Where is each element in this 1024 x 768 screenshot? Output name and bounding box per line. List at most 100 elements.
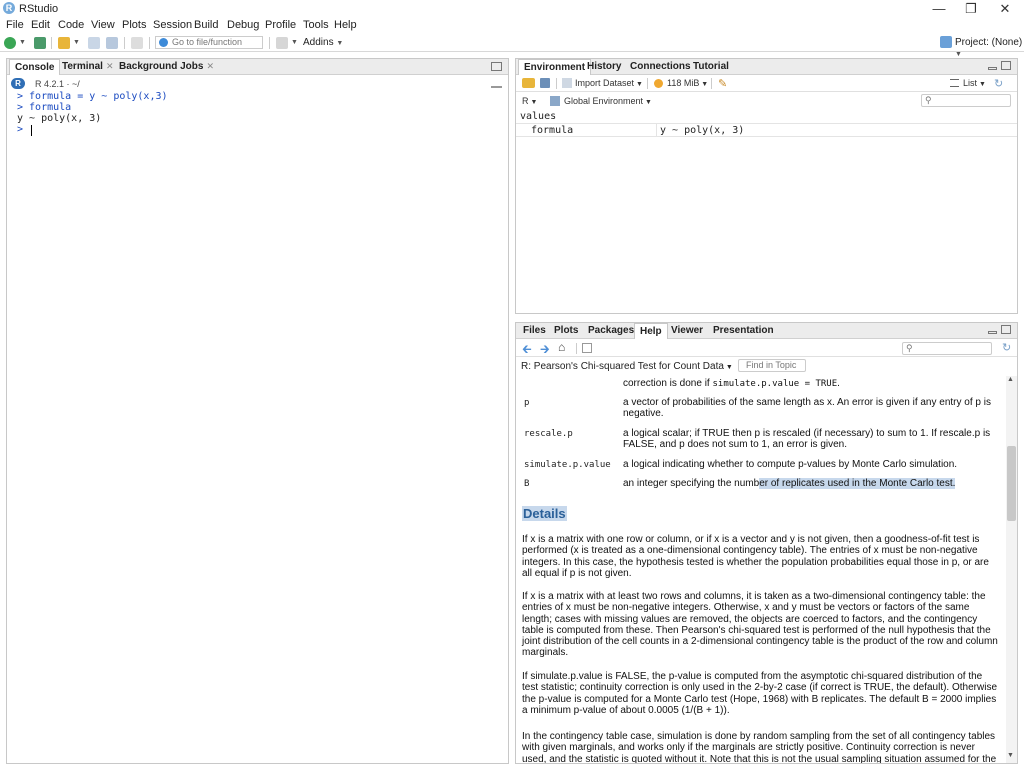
text-cursor [31, 125, 32, 136]
restore-icon[interactable]: ❐ [954, 0, 988, 18]
memory-usage-button[interactable]: 118 MiB ▼ [667, 78, 708, 88]
tab-help[interactable]: Help [634, 323, 668, 339]
chevron-down-icon[interactable]: ▼ [19, 39, 26, 46]
console-prompt[interactable]: > [17, 124, 29, 135]
tab-tutorial[interactable]: Tutorial [688, 59, 734, 75]
refresh-icon[interactable]: ↻ [994, 77, 1003, 90]
maximize-pane-icon[interactable] [1001, 61, 1011, 70]
find-in-topic-input[interactable]: Find in Topic [738, 359, 806, 372]
search-icon: ⚲ [925, 95, 932, 105]
tab-viewer[interactable]: Viewer [666, 323, 708, 339]
menu-file[interactable]: File [6, 19, 24, 31]
arg-name: B [524, 479, 530, 489]
goto-file-input[interactable]: Go to file/function [155, 36, 263, 49]
console-pane: Console Terminal ✕ Background Jobs ✕ R R 4… [6, 58, 509, 764]
console-tabstrip: Console Terminal ✕ Background Jobs ✕ [7, 59, 508, 75]
save-icon[interactable] [88, 37, 100, 49]
arg-name: p [524, 398, 530, 408]
minimize-pane-icon[interactable] [988, 331, 997, 334]
main-toolbar: ▼ ▼ Go to file/function ▼ Addins ▼ Proje… [0, 34, 1024, 58]
global-env-icon [550, 96, 560, 106]
open-folder-icon[interactable] [58, 37, 70, 49]
console-line: > formula [17, 102, 72, 113]
tab-packages[interactable]: Packages [583, 323, 639, 339]
chevron-down-icon[interactable]: ▼ [291, 39, 298, 46]
tab-console[interactable]: Console [9, 59, 61, 75]
save-workspace-icon[interactable] [540, 78, 550, 88]
close-tab-icon: ✕ [206, 61, 215, 71]
tab-environment[interactable]: Environment [518, 59, 592, 75]
menu-help[interactable]: Help [334, 19, 357, 31]
menu-profile[interactable]: Profile [265, 19, 296, 31]
help-tabstrip: Files Plots Packages Help Viewer Present… [516, 323, 1017, 339]
menu-code[interactable]: Code [58, 19, 84, 31]
help-content: correction is done if simulate.p.value =… [516, 376, 1005, 763]
print-icon[interactable] [131, 37, 143, 49]
minimize-icon[interactable]: — [922, 0, 956, 18]
tab-presentation[interactable]: Presentation [708, 323, 779, 339]
menu-edit[interactable]: Edit [31, 19, 50, 31]
topic-select[interactable]: R: Pearson's Chi-squared Test for Count … [521, 361, 733, 372]
restore-pane-icon[interactable] [491, 62, 502, 71]
open-in-window-icon[interactable] [582, 343, 592, 353]
search-icon: ⚲ [906, 343, 913, 353]
addins-menu[interactable]: Addins ▼ [303, 37, 343, 48]
broom-clear-icon[interactable]: ✎ [718, 77, 727, 90]
tab-background-jobs[interactable]: Background Jobs ✕ [114, 59, 219, 75]
view-mode-select[interactable]: List ▼ [963, 78, 986, 88]
clear-console-icon[interactable] [491, 78, 502, 88]
tab-connections[interactable]: Connections [625, 59, 696, 75]
environment-select[interactable]: Global Environment ▼ [564, 96, 652, 106]
help-topic-bar: R: Pearson's Chi-squared Test for Count … [516, 357, 1017, 375]
environment-row[interactable]: formula y ~ poly(x, 3) [516, 123, 1017, 137]
arg-name: simulate.p.value [524, 460, 611, 470]
new-file-icon[interactable] [4, 37, 16, 49]
details-heading: Details [522, 506, 567, 521]
close-icon[interactable]: ✕ [988, 0, 1022, 18]
help-paragraph: If x is a matrix with at least two rows … [522, 591, 998, 659]
maximize-pane-icon[interactable] [1001, 325, 1011, 334]
help-scrollbar[interactable]: ▲ ▼ [1006, 376, 1017, 763]
save-all-icon[interactable] [106, 37, 118, 49]
chevron-down-icon: ▼ [336, 40, 344, 47]
grid-layout-icon[interactable] [276, 37, 288, 49]
import-dataset-button[interactable]: Import Dataset ▼ [575, 78, 643, 88]
chevron-down-icon[interactable]: ▼ [73, 39, 80, 46]
toolbar-divider [269, 37, 270, 49]
new-project-icon[interactable] [34, 37, 46, 49]
scroll-up-icon[interactable]: ▲ [1007, 376, 1014, 383]
menu-tools[interactable]: Tools [303, 19, 329, 31]
tab-history[interactable]: History [582, 59, 626, 75]
tab-plots[interactable]: Plots [549, 323, 583, 339]
variable-value: y ~ poly(x, 3) [660, 125, 745, 136]
table-icon [562, 78, 572, 88]
menu-debug[interactable]: Debug [227, 19, 259, 31]
menu-view[interactable]: View [91, 19, 115, 31]
toolbar-divider [149, 37, 150, 49]
menu-build[interactable]: Build [194, 19, 218, 31]
project-icon[interactable] [940, 36, 952, 48]
menu-session[interactable]: Session [153, 19, 192, 31]
language-select[interactable]: R ▼ [522, 96, 537, 106]
minimize-pane-icon[interactable] [988, 67, 997, 70]
help-paragraph: If x is a matrix with one row or column,… [522, 534, 989, 579]
arg-desc: a logical scalar; if TRUE then p is resc… [623, 428, 991, 451]
arg-desc: an integer specifying the number of repl… [623, 478, 956, 489]
project-menu[interactable]: Project: (None) ▼ [955, 37, 1024, 59]
tab-files[interactable]: Files [518, 323, 551, 339]
load-workspace-icon[interactable] [522, 78, 535, 88]
list-view-icon [950, 79, 959, 87]
scrollbar-thumb[interactable] [1007, 446, 1016, 521]
help-search-input[interactable]: ⚲ [902, 342, 992, 355]
environment-search-input[interactable]: ⚲ [921, 94, 1011, 107]
arg-desc: a logical indicating whether to compute … [623, 459, 958, 470]
menu-plots[interactable]: Plots [122, 19, 146, 31]
selected-text: er of replicates used in the Monte Carlo… [759, 478, 956, 489]
refresh-icon[interactable]: ↻ [1002, 341, 1011, 354]
scroll-down-icon[interactable]: ▼ [1007, 752, 1014, 759]
home-icon[interactable]: ⌂ [558, 340, 565, 354]
tab-terminal[interactable]: Terminal ✕ [57, 59, 118, 75]
variable-name: formula [531, 125, 574, 136]
toolbar-divider [647, 78, 648, 89]
chevron-down-icon: ▼ [643, 99, 652, 106]
